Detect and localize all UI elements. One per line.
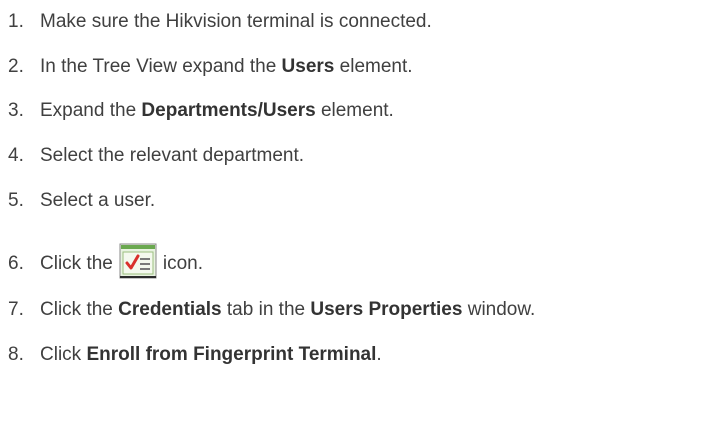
step-text: Expand the (40, 100, 142, 121)
step-number: 2. (8, 56, 24, 77)
step: 6. Click the icon. (8, 243, 203, 279)
step-text: icon. (162, 253, 203, 275)
step: 5. Select a user. (8, 185, 155, 217)
step: 8. Click Enroll from Fingerprint Terminal… (8, 339, 382, 371)
step-text: . (376, 344, 382, 365)
step-text: tab in the (221, 299, 311, 320)
step-number: 6. (8, 253, 24, 275)
step-bold-text: Enroll from Fingerprint Terminal (86, 344, 377, 365)
step-bold-text: Credentials (118, 299, 222, 320)
step-bold-text: Users (281, 56, 335, 77)
step-text: Click the (40, 299, 119, 320)
step-number: 1. (8, 11, 24, 32)
step: 1. Make sure the Hikvision terminal is co… (8, 6, 432, 38)
step-number: 8. (8, 344, 24, 365)
step: 2. In the Tree View expand the Users elem… (8, 51, 413, 83)
step-text: Select the relevant department. (40, 145, 305, 166)
step-text: In the Tree View expand the (40, 56, 282, 77)
step: 3. Expand the Departments/Users element. (8, 95, 394, 127)
step-text: element. (315, 100, 394, 121)
step: 4. Select the relevant department. (8, 140, 304, 172)
step-number: 3. (8, 100, 24, 121)
step-number: 7. (8, 299, 24, 320)
step-text: element. (334, 56, 413, 77)
step: 7. Click the Credentials tab in the Users… (8, 294, 535, 326)
step-bold-text: Users Properties (310, 299, 463, 320)
user-properties-icon (119, 243, 157, 279)
step-number: 5. (8, 190, 24, 211)
step-text: Make sure the Hikvision terminal is conn… (40, 11, 432, 32)
step-text: Click (40, 344, 87, 365)
step-text: window. (462, 299, 536, 320)
step-number: 4. (8, 145, 24, 166)
step-bold-text: Departments/Users (141, 100, 316, 121)
step-text: Click the (40, 253, 113, 275)
instruction-list: 1. Make sure the Hikvision terminal is co… (0, 0, 724, 421)
step-text: Select a user. (40, 190, 156, 211)
